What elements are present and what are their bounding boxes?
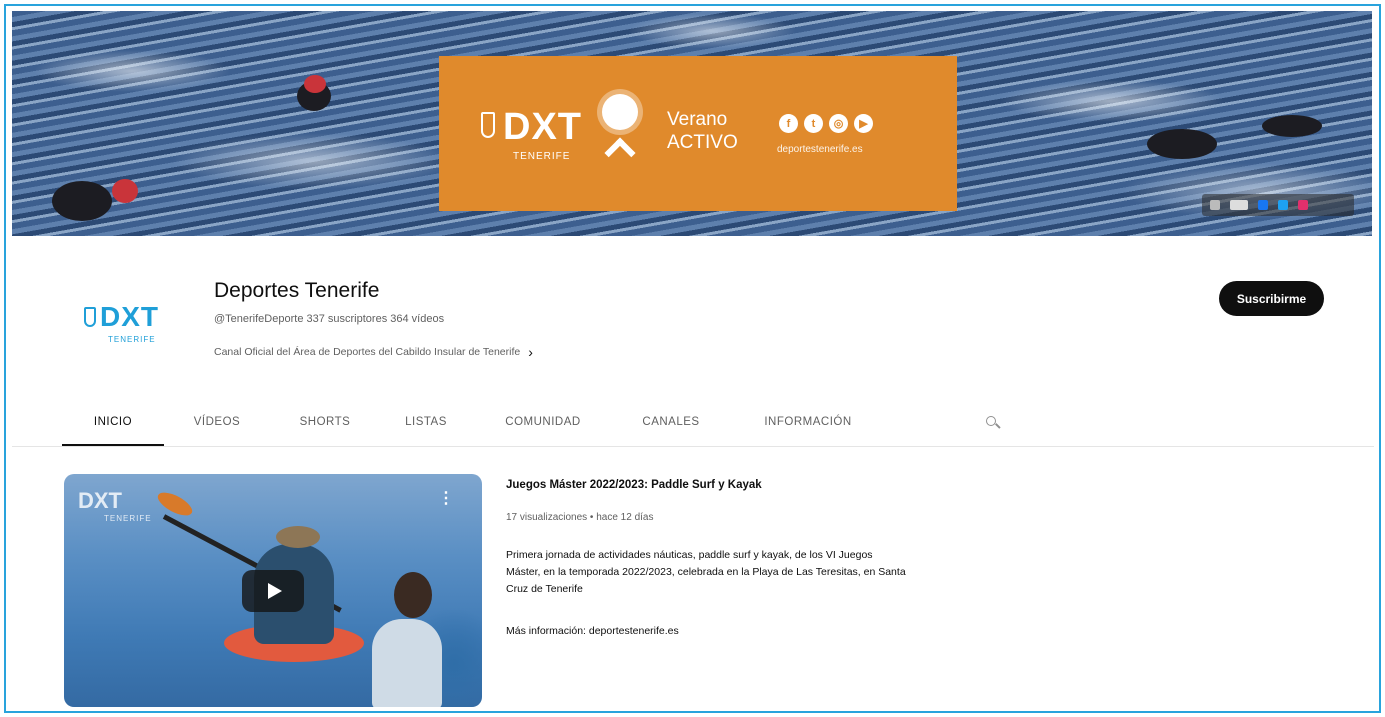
tabs-divider (12, 446, 1374, 447)
tab-listas[interactable]: LISTAS (390, 408, 462, 446)
video-description: Primera jornada de actividades náuticas,… (506, 549, 906, 595)
banner-social-icons: f t ◎ ▶ (779, 114, 873, 133)
cabildo-crest-icon (84, 307, 96, 327)
tab-canales[interactable]: CANALES (630, 408, 712, 446)
web-link-label-icon[interactable] (1230, 200, 1248, 210)
tab-inicio[interactable]: INICIO (62, 408, 164, 446)
play-icon (268, 583, 282, 599)
tab-shorts[interactable]: SHORTS (284, 408, 366, 446)
dxt-logo-sub: TENERIFE (513, 151, 571, 162)
chevron-up-icon (604, 137, 636, 169)
facebook-link-icon[interactable] (1258, 200, 1268, 210)
cabildo-crest-icon (481, 112, 495, 138)
thumb-logo-sub: TENERIFE (104, 514, 152, 523)
search-icon[interactable] (986, 416, 1001, 430)
tab-informacion[interactable]: INFORMACIÓN (748, 408, 868, 446)
channel-description[interactable]: Canal Oficial del Área de Deportes del C… (214, 344, 533, 360)
channel-name: Deportes Tenerife (214, 279, 380, 302)
twitter-icon: t (804, 114, 823, 133)
channel-banner: DXT TENERIFE Verano ACTIVO f t ◎ ▶ depor… (12, 11, 1372, 236)
sun-icon (602, 94, 638, 130)
subscribe-button[interactable]: Suscribirme (1219, 281, 1324, 316)
instagram-icon: ◎ (829, 114, 848, 133)
swimmer-image (1147, 129, 1217, 159)
swimmer-image (372, 619, 442, 707)
more-options-icon[interactable]: ⋮ (438, 488, 454, 508)
swimmer-head-image (394, 572, 432, 618)
swimmer-image (52, 181, 112, 221)
web-link-icon[interactable] (1210, 200, 1220, 210)
twitter-link-icon[interactable] (1278, 200, 1288, 210)
instagram-link-icon[interactable] (1298, 200, 1308, 210)
verano-line2: ACTIVO (667, 132, 738, 153)
play-button[interactable] (242, 570, 304, 612)
banner-links[interactable] (1202, 194, 1354, 216)
video-meta: 17 visualizaciones • hace 12 días (506, 512, 654, 523)
channel-description-text[interactable]: Canal Oficial del Área de Deportes del C… (214, 346, 520, 358)
swimmer-cap-image (304, 75, 326, 93)
channel-tabs: INICIO VÍDEOS SHORTS LISTAS COMUNIDAD CA… (62, 408, 868, 448)
chevron-right-icon[interactable]: › (528, 344, 533, 360)
facebook-icon: f (779, 114, 798, 133)
youtube-icon: ▶ (854, 114, 873, 133)
tab-comunidad[interactable]: COMUNIDAD (490, 408, 596, 446)
video-more-info: Más información: deportestenerife.es (506, 625, 679, 637)
verano-line1: Verano (667, 109, 728, 130)
avatar-logo-sub: TENERIFE (108, 335, 156, 344)
kayaker-hat-image (276, 526, 320, 548)
channel-meta: @TenerifeDeporte 337 suscriptores 364 ví… (214, 313, 445, 325)
dxt-logo: DXT (503, 106, 582, 148)
banner-promo: DXT TENERIFE Verano ACTIVO f t ◎ ▶ depor… (439, 56, 957, 211)
avatar-logo-text: DXT (100, 301, 159, 332)
banner-site-text: deportestenerife.es (777, 144, 863, 155)
paddle-blade-image (154, 488, 196, 520)
video-title[interactable]: Juegos Máster 2022/2023: Paddle Surf y K… (506, 479, 762, 491)
channel-avatar[interactable]: DXT TENERIFE (72, 301, 176, 351)
verano-activo-text: Verano ACTIVO (667, 108, 738, 154)
thumb-logo: DXT (78, 488, 122, 513)
page-frame: DXT TENERIFE Verano ACTIVO f t ◎ ▶ depor… (4, 4, 1381, 713)
swimmer-image (1262, 115, 1322, 137)
video-thumbnail[interactable]: DXT TENERIFE ⋮ (64, 474, 482, 707)
swimmer-cap-image (112, 179, 138, 203)
tab-videos[interactable]: VÍDEOS (176, 408, 258, 446)
